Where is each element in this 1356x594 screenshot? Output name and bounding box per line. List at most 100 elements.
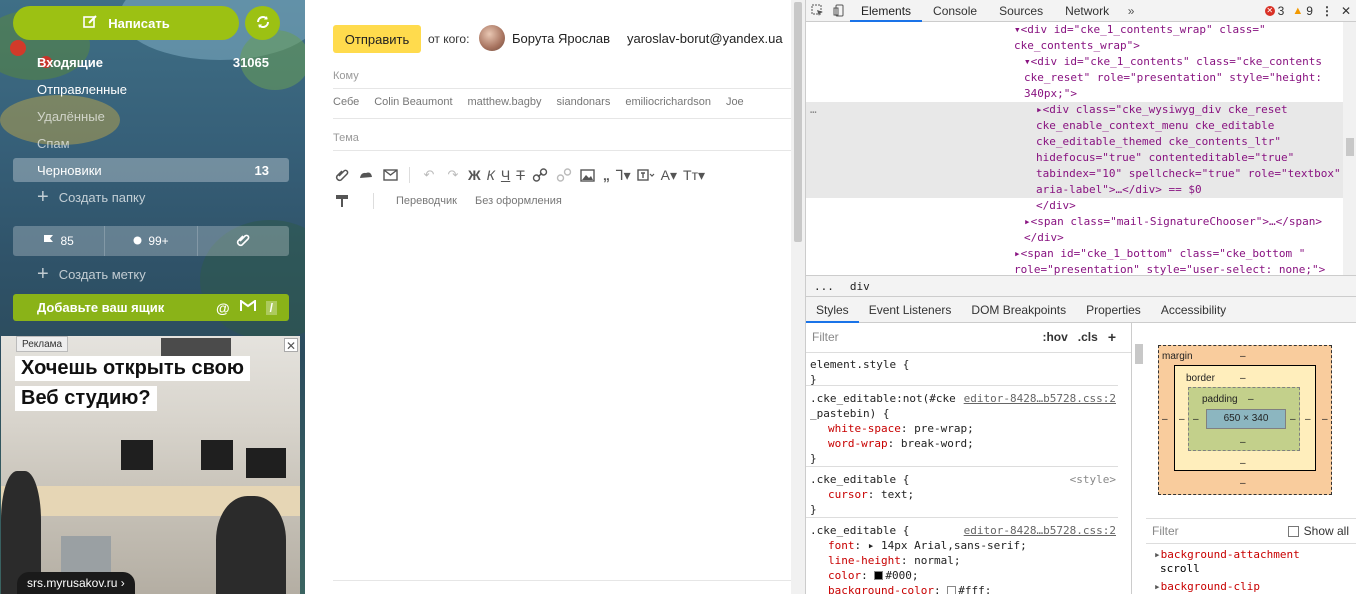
contact-suggestion[interactable]: Себе bbox=[333, 96, 359, 108]
dom-line[interactable]: ▸<span class="mail-SignatureChooser">…</… bbox=[1024, 214, 1322, 230]
folder-inbox[interactable]: Входящие 31065 bbox=[13, 50, 289, 74]
image-icon[interactable] bbox=[579, 166, 597, 184]
tab-properties[interactable]: Properties bbox=[1076, 297, 1151, 323]
underline-icon[interactable]: Ч bbox=[501, 167, 510, 183]
color-swatch[interactable] bbox=[874, 571, 884, 580]
font-size-icon[interactable]: Tт▾ bbox=[683, 167, 705, 184]
folder-sent[interactable]: Отправленные bbox=[13, 77, 289, 101]
refresh-button[interactable] bbox=[245, 6, 280, 40]
create-label-link[interactable]: + Создать метку bbox=[37, 264, 146, 284]
cloud-disk-icon[interactable] bbox=[357, 166, 375, 184]
translator-button[interactable]: Переводчик bbox=[396, 195, 457, 207]
dom-line[interactable]: role="presentation" style="user-select: … bbox=[1014, 262, 1325, 275]
dom-line[interactable]: ▾<div id="cke_1_contents_wrap" class=" bbox=[1014, 22, 1266, 38]
rule-source-link[interactable]: editor-8428…b5728.css:2 bbox=[964, 391, 1116, 406]
dom-line[interactable]: ▸<div class="cke_wysiwyg_div cke_reset bbox=[1036, 102, 1288, 118]
more-tabs-icon[interactable]: » bbox=[1120, 0, 1142, 22]
tab-console[interactable]: Console bbox=[922, 0, 988, 22]
contact-suggestion[interactable]: siandonars bbox=[557, 96, 611, 108]
ad-url-link[interactable]: srs.myrusakov.ru › bbox=[17, 572, 135, 594]
error-counter[interactable]: ✕ 3 bbox=[1264, 4, 1284, 18]
bold-icon[interactable]: Ж bbox=[468, 167, 481, 183]
color-swatch[interactable] bbox=[947, 586, 957, 594]
warning-counter[interactable]: ▲ 9 bbox=[1292, 4, 1313, 18]
tab-accessibility[interactable]: Accessibility bbox=[1151, 297, 1236, 323]
kebab-menu-icon[interactable]: ⋮ bbox=[1321, 4, 1333, 18]
dom-line[interactable]: hidefocus="true" contenteditable="true" bbox=[1036, 150, 1294, 166]
envelope-icon[interactable] bbox=[381, 166, 399, 184]
breadcrumb-item[interactable]: div bbox=[850, 280, 870, 293]
create-folder-link[interactable]: + Создать папку bbox=[37, 187, 145, 207]
quote-icon[interactable]: „ bbox=[603, 167, 610, 183]
styles-scrollbar[interactable] bbox=[1132, 340, 1146, 594]
css-rule[interactable]: .cke_editable:not(#cke _pastebin) { edit… bbox=[806, 387, 1118, 467]
css-property[interactable]: color: #000; bbox=[810, 568, 1114, 583]
contact-suggestion[interactable]: emiliocrichardson bbox=[625, 96, 711, 108]
dom-tree[interactable]: … ▾<div id="cke_1_contents_wrap" class="… bbox=[806, 22, 1343, 275]
css-property[interactable]: word-wrap: break-word; bbox=[810, 436, 1114, 451]
contact-suggestion[interactable]: Joe bbox=[726, 96, 744, 108]
dom-line[interactable]: cke_editable_themed cke_contents_ltr" bbox=[1036, 134, 1281, 150]
scrollbar-thumb[interactable] bbox=[794, 2, 802, 242]
send-button[interactable]: Отправить bbox=[333, 25, 421, 53]
tab-sources[interactable]: Sources bbox=[988, 0, 1054, 22]
breadcrumb-item[interactable]: ... bbox=[814, 280, 834, 293]
dom-line[interactable]: tabindex="10" spellcheck="true" role="te… bbox=[1036, 166, 1341, 182]
compose-button[interactable]: Написать bbox=[13, 6, 239, 40]
unlink-icon[interactable] bbox=[555, 166, 573, 184]
computed-property[interactable]: ▸background-clip bbox=[1154, 580, 1260, 594]
dom-line[interactable]: </div> bbox=[1036, 198, 1076, 214]
undo-icon[interactable]: ↶ bbox=[420, 166, 438, 184]
css-rule[interactable]: element.style { } bbox=[806, 353, 1118, 386]
class-toggle[interactable]: .cls bbox=[1078, 330, 1098, 345]
css-rule[interactable]: .cke_editable { <style> cursor: text; } bbox=[806, 468, 1118, 518]
inspect-cursor-icon[interactable] bbox=[806, 0, 828, 22]
add-mailbox-button[interactable]: Добавьте ваш ящик @ / bbox=[13, 294, 289, 321]
text-align-icon[interactable] bbox=[636, 166, 655, 184]
redo-icon[interactable]: ↷ bbox=[444, 166, 462, 184]
computed-property[interactable]: ▸background-attachment scroll bbox=[1154, 548, 1300, 576]
dom-line[interactable]: ▸<span id="cke_1_bottom" class="cke_bott… bbox=[1014, 246, 1305, 262]
compose-scrollbar[interactable] bbox=[791, 0, 805, 594]
tab-dom-breakpoints[interactable]: DOM Breakpoints bbox=[961, 297, 1076, 323]
close-icon[interactable]: ✕ bbox=[1341, 4, 1351, 18]
device-toggle-icon[interactable] bbox=[828, 0, 850, 22]
strikethrough-icon[interactable]: Т bbox=[516, 167, 525, 183]
attachments-filter-button[interactable] bbox=[197, 226, 289, 256]
add-rule-icon[interactable]: + bbox=[1108, 330, 1116, 345]
dom-scrollbar[interactable] bbox=[1343, 22, 1356, 275]
no-format-button[interactable]: Без оформления bbox=[475, 195, 562, 207]
css-property[interactable]: background-color: #fff; bbox=[810, 583, 1114, 594]
paperclip-icon[interactable] bbox=[333, 166, 351, 184]
show-all-checkbox[interactable] bbox=[1287, 525, 1299, 537]
computed-filter-input[interactable]: Filter Show all bbox=[1146, 518, 1356, 544]
hover-state-toggle[interactable]: :hov bbox=[1042, 330, 1067, 345]
folder-deleted[interactable]: Удалённые bbox=[13, 104, 289, 128]
dom-line[interactable]: </div> bbox=[1024, 230, 1064, 246]
scrollbar-thumb[interactable] bbox=[1346, 138, 1354, 156]
contact-suggestion[interactable]: Colin Beaumont bbox=[374, 96, 452, 108]
scrollbar-thumb[interactable] bbox=[1135, 344, 1143, 364]
italic-icon[interactable]: К bbox=[487, 167, 495, 183]
dom-line[interactable]: ▾<div id="cke_1_contents" class="cke_con… bbox=[1024, 54, 1322, 70]
advertisement-banner[interactable]: Реклама ✕ Хочешь открыть свою Веб студию… bbox=[1, 336, 300, 594]
css-property[interactable]: line-height: normal; bbox=[810, 553, 1114, 568]
tab-elements[interactable]: Elements bbox=[850, 0, 923, 22]
font-color-icon[interactable]: A▾ bbox=[661, 167, 677, 184]
dom-line[interactable]: cke_enable_context_menu cke_editable bbox=[1036, 118, 1274, 134]
css-rule[interactable]: .cke_editable { editor-8428…b5728.css:2 … bbox=[806, 519, 1118, 594]
clear-format-icon[interactable] bbox=[333, 192, 351, 210]
css-property[interactable]: cursor: text; bbox=[810, 487, 1114, 502]
contact-suggestion[interactable]: matthew.bagby bbox=[468, 96, 542, 108]
folder-spam[interactable]: Спам bbox=[13, 131, 289, 155]
tab-styles[interactable]: Styles bbox=[806, 297, 859, 323]
dom-line[interactable]: 340px;"> bbox=[1024, 86, 1077, 102]
text-style-icon[interactable]: Ꞁ▾ bbox=[616, 167, 631, 184]
unread-filter-button[interactable]: 99+ bbox=[105, 226, 198, 256]
rule-source-link[interactable]: editor-8428…b5728.css:2 bbox=[964, 523, 1116, 538]
css-property[interactable]: white-space: pre-wrap; bbox=[810, 421, 1114, 436]
flagged-filter-button[interactable]: 85 bbox=[13, 226, 106, 256]
tab-event-listeners[interactable]: Event Listeners bbox=[859, 297, 962, 323]
styles-filter-input[interactable]: Filter :hov .cls + bbox=[806, 323, 1131, 353]
sender-email-select[interactable]: yaroslav-borut@yandex.ua bbox=[627, 31, 783, 46]
